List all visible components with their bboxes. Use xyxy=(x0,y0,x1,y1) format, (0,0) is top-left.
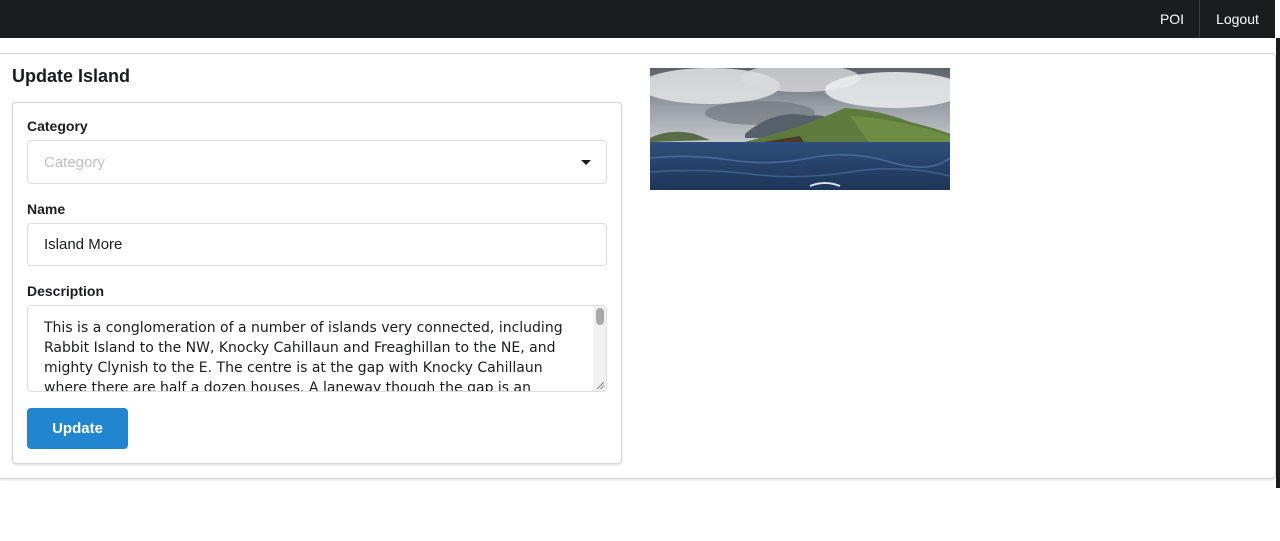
description-scrollbar[interactable] xyxy=(593,306,606,391)
chevron-down-icon xyxy=(581,160,591,165)
description-label: Description xyxy=(27,283,105,299)
update-button[interactable]: Update xyxy=(27,408,128,449)
nav-logout-link[interactable]: Logout xyxy=(1200,0,1275,38)
category-placeholder: Category xyxy=(44,154,105,171)
navbar-edge xyxy=(1275,0,1280,38)
category-dropdown[interactable]: Category xyxy=(27,140,607,184)
name-input[interactable] xyxy=(27,223,607,266)
description-text: This is a conglomeration of a number of … xyxy=(44,320,563,392)
island-photo xyxy=(650,68,950,190)
page-title: Update Island xyxy=(12,66,131,86)
name-label: Name xyxy=(27,201,66,217)
resize-handle-icon[interactable] xyxy=(597,382,604,389)
scrollbar-thumb[interactable] xyxy=(596,308,604,325)
top-navbar: POI Logout xyxy=(0,0,1280,38)
category-label: Category xyxy=(27,118,88,134)
nav-poi-link[interactable]: POI xyxy=(1145,0,1199,38)
description-textarea[interactable]: This is a conglomeration of a number of … xyxy=(27,305,607,392)
window-edge xyxy=(1276,38,1280,488)
